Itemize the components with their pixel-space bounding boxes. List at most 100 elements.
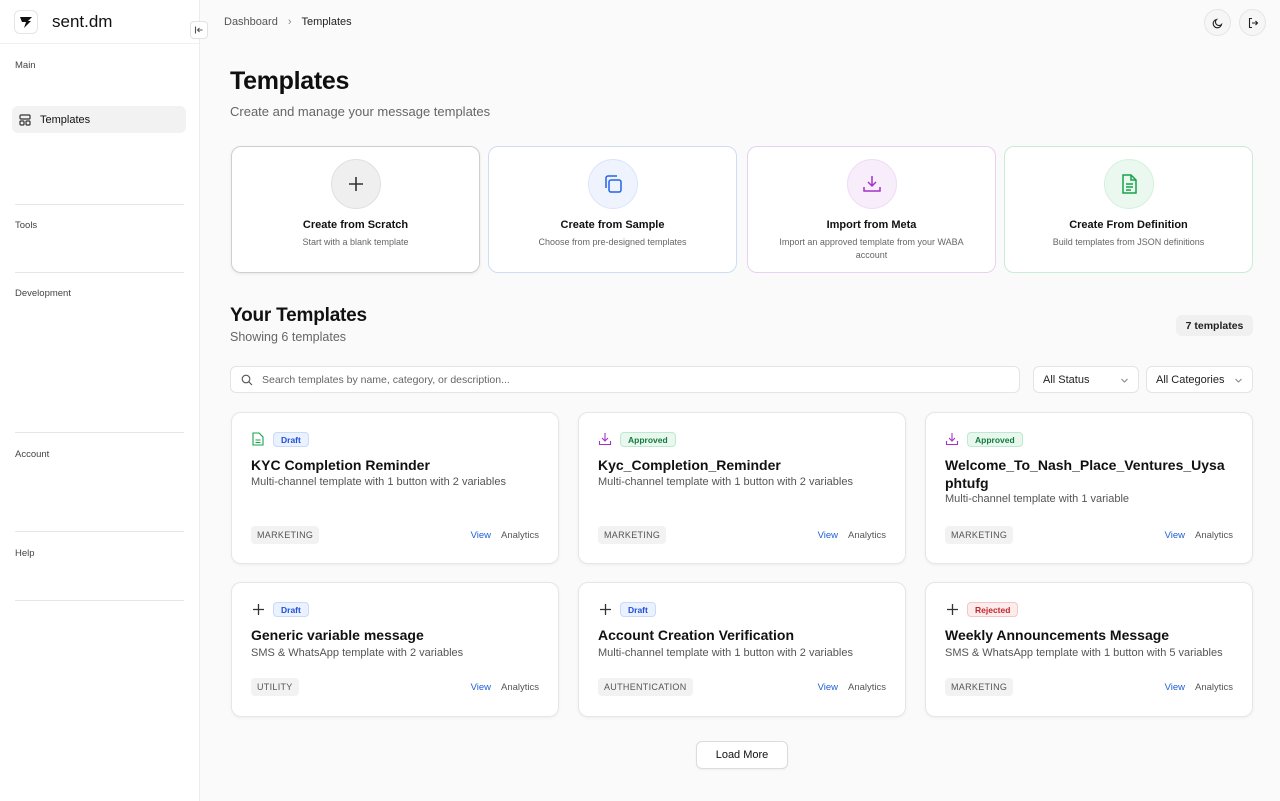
status-filter-select[interactable]: All Status — [1033, 366, 1139, 393]
page-title: Templates — [230, 67, 350, 95]
view-link[interactable]: View — [818, 682, 838, 693]
analytics-link[interactable]: Analytics — [1195, 530, 1233, 541]
card-title: Create from Scratch — [302, 219, 409, 231]
template-description: Multi-channel template with 1 button wit… — [598, 647, 853, 659]
search-input[interactable] — [262, 373, 982, 386]
template-card[interactable]: Draft KYC Completion Reminder Multi-chan… — [231, 412, 559, 564]
template-name: Account Creation Verification — [598, 627, 795, 643]
section-label-tools: Tools — [15, 220, 38, 231]
card-subtitle: Start with a blank template — [302, 237, 409, 247]
category-tag: MARKETING — [945, 678, 1014, 696]
template-description: SMS & WhatsApp template with 2 variables — [251, 647, 464, 659]
template-name: Weekly Announcements Message — [945, 627, 1170, 643]
plus-icon — [598, 602, 612, 616]
template-name: Kyc_Completion_Reminder — [598, 457, 781, 473]
template-card[interactable]: Approved Kyc_Completion_Reminder Multi-c… — [578, 412, 906, 564]
category-filter-value: All Categories — [1156, 373, 1225, 386]
breadcrumb-templates: Templates — [301, 16, 352, 28]
analytics-link[interactable]: Analytics — [501, 530, 539, 541]
brand[interactable]: sent.dm — [0, 0, 199, 44]
template-description: Multi-channel template with 1 button wit… — [251, 476, 506, 488]
section-label-help: Help — [15, 548, 35, 559]
copy-icon — [587, 159, 638, 209]
download-icon — [846, 159, 897, 209]
section-label-development: Development — [15, 288, 71, 299]
section-label-main: Main — [15, 60, 36, 71]
template-description: Multi-channel template with 1 button wit… — [598, 476, 853, 488]
category-tag: MARKETING — [945, 526, 1014, 544]
your-templates-title: Your Templates — [230, 305, 367, 326]
template-name: Welcome_To_Nash_Place_Ventures_Uysaphtuf… — [945, 457, 1225, 491]
template-name: Generic variable message — [251, 627, 424, 643]
plus-icon — [945, 602, 959, 616]
create-from-definition-card[interactable]: Create From Definition Build templates f… — [1004, 146, 1253, 273]
card-title: Import from Meta — [826, 219, 917, 231]
create-from-scratch-card[interactable]: Create from Scratch Start with a blank t… — [231, 146, 480, 273]
template-card[interactable]: Draft Generic variable message SMS & Wha… — [231, 582, 559, 717]
breadcrumb: Dashboard › Templates — [224, 16, 352, 28]
template-description: Multi-channel template with 1 variable — [945, 493, 1130, 505]
card-title: Create from Sample — [560, 219, 665, 231]
view-link[interactable]: View — [471, 682, 491, 693]
section-label-account: Account — [15, 449, 50, 460]
view-link[interactable]: View — [1165, 530, 1185, 541]
create-from-sample-card[interactable]: Create from Sample Choose from pre-desig… — [488, 146, 737, 273]
download-icon — [598, 432, 612, 446]
status-filter-value: All Status — [1043, 373, 1090, 386]
card-subtitle: Choose from pre-designed templates — [538, 237, 687, 247]
category-filter-select[interactable]: All Categories — [1146, 366, 1253, 393]
file-text-icon — [251, 432, 265, 446]
theme-toggle-button[interactable] — [1204, 9, 1231, 36]
sent-logo-icon — [14, 9, 38, 34]
moon-icon — [1212, 18, 1222, 28]
sidebar-item-label: Templates — [40, 113, 91, 126]
card-subtitle: Build templates from JSON definitions — [1052, 237, 1205, 247]
status-badge: Approved — [967, 432, 1023, 447]
logout-icon — [1248, 17, 1258, 28]
view-link[interactable]: View — [818, 530, 838, 541]
status-badge: Draft — [273, 432, 309, 447]
search-icon — [241, 374, 253, 385]
analytics-link[interactable]: Analytics — [848, 530, 886, 541]
category-tag: UTILITY — [251, 678, 299, 696]
app-name: sent.dm — [52, 11, 113, 31]
template-card[interactable]: Approved Welcome_To_Nash_Place_Ventures_… — [925, 412, 1253, 564]
page-subtitle: Create and manage your message templates — [230, 104, 491, 119]
status-badge: Rejected — [967, 602, 1019, 617]
category-tag: MARKETING — [251, 526, 320, 544]
template-description: SMS & WhatsApp template with 1 button wi… — [945, 647, 1223, 659]
plus-icon — [330, 159, 381, 209]
status-badge: Draft — [273, 602, 309, 617]
view-link[interactable]: View — [471, 530, 491, 541]
logout-button[interactable] — [1239, 9, 1266, 36]
collapse-icon — [194, 26, 203, 34]
chevron-down-icon — [1121, 378, 1128, 383]
analytics-link[interactable]: Analytics — [1195, 682, 1233, 693]
category-tag: AUTHENTICATION — [598, 678, 693, 696]
template-name: KYC Completion Reminder — [251, 457, 430, 473]
card-title: Create From Definition — [1069, 219, 1188, 231]
layout-icon — [19, 113, 31, 126]
analytics-link[interactable]: Analytics — [501, 682, 539, 693]
analytics-link[interactable]: Analytics — [848, 682, 886, 693]
breadcrumb-dashboard[interactable]: Dashboard — [224, 16, 278, 28]
divider — [15, 432, 184, 433]
view-link[interactable]: View — [1165, 682, 1185, 693]
load-more-button[interactable]: Load More — [696, 741, 788, 769]
file-text-icon — [1103, 159, 1154, 209]
download-icon — [945, 432, 959, 446]
import-from-meta-card[interactable]: Import from Meta Import an approved temp… — [747, 146, 996, 273]
status-badge: Draft — [620, 602, 656, 617]
category-tag: MARKETING — [598, 526, 667, 544]
template-card[interactable]: Draft Account Creation Verification Mult… — [578, 582, 906, 717]
divider — [15, 272, 184, 273]
templates-showing-count: Showing 6 templates — [230, 330, 347, 344]
collapse-sidebar-button[interactable] — [190, 21, 208, 39]
search-box — [230, 366, 1020, 393]
divider — [15, 600, 184, 601]
sidebar-item-templates[interactable]: Templates — [12, 106, 186, 133]
sidebar: sent.dm Main Templates Tools Development… — [0, 0, 200, 801]
divider — [15, 531, 184, 532]
template-card[interactable]: Rejected Weekly Announcements Message SM… — [925, 582, 1253, 717]
plus-icon — [251, 602, 265, 616]
